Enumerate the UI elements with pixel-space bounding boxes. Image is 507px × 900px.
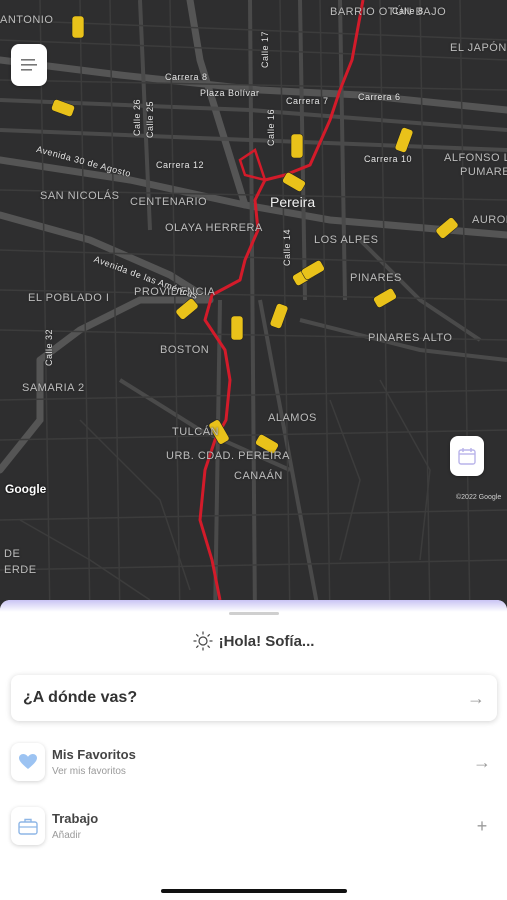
map-street-label: Calle 8 (392, 6, 424, 16)
map-zone-label: AURORA (472, 214, 507, 226)
map-zone-label: BARRIO OTÚN BAJO (330, 6, 447, 18)
greeting-text: ¡Hola! Sofía... (218, 632, 315, 650)
map-street-label: Calle 32 (44, 328, 54, 366)
map-zone-label: TULCÁN (172, 426, 220, 438)
map-street-label: Calle 14 (282, 228, 292, 266)
map-street-label: Calle 16 (266, 108, 276, 146)
list-item-title: Trabajo (52, 811, 99, 826)
map-copyright: ©2022 Google (456, 494, 502, 501)
heart-icon-tile (11, 743, 45, 781)
briefcase-icon-tile (11, 807, 45, 845)
map-zone-label: BOSTON (160, 344, 210, 356)
map-zone-label: DE (4, 548, 21, 560)
map-street-label: Carrera 6 (358, 92, 401, 102)
sheet-accent-bar (0, 600, 507, 612)
map-zone-label: EL POBLADO I (28, 292, 110, 304)
map-zone-label: OLAYA HERRERA (165, 222, 263, 234)
map-street-label: Carrera 10 (364, 154, 413, 164)
greeting: ¡Hola! Sofía... (0, 631, 507, 651)
sheet-grab-handle[interactable] (229, 612, 279, 615)
map-zone-label: URB. CDAD. PEREIRA (166, 450, 290, 462)
map-zone-label: ALAMOS (268, 412, 317, 424)
map-street-label: Carrera 7 (286, 96, 329, 106)
map-zone-label: CANAÁN (234, 470, 283, 482)
map-zone-label: ALFONSO LÓPEZ (444, 152, 507, 164)
list-item-work[interactable]: Trabajo Añadir + (11, 800, 497, 852)
map-view[interactable]: BARRIO OTÚN BAJO EL JAPÓN SAN NICOLÁS CE… (0, 0, 507, 620)
map-street-label: Calle 25 (145, 100, 155, 138)
map-city-label: Pereira (270, 194, 316, 210)
destination-search-label: ¿A dónde vas? (23, 689, 138, 706)
list-item-favorites[interactable]: Mis Favoritos Ver mis favoritos → (11, 736, 497, 788)
map-zone-label: PINARES ALTO (368, 332, 453, 344)
plus-icon[interactable]: + (467, 816, 497, 837)
arrow-right-icon: → (473, 751, 491, 772)
map-street-label: Calle 26 (132, 98, 142, 136)
list-item-subtitle: Añadir (52, 830, 81, 841)
map-street-label: Plaza Bolívar (200, 88, 260, 98)
map-zone-label: EL JAPÓN (450, 42, 507, 54)
destination-search-button[interactable]: ¿A dónde vas? → (11, 675, 497, 721)
map-options-button[interactable] (450, 436, 484, 476)
map-zone-label: SAN NICOLÁS (40, 190, 120, 202)
map-zone-label: ERDE (4, 564, 37, 576)
map-zone-label: PUMAREJO (460, 166, 507, 178)
map-street-label: Carrera 8 (165, 72, 208, 82)
list-item-title: Mis Favoritos (52, 747, 136, 762)
heart-icon (19, 754, 37, 769)
menu-icon (21, 59, 37, 71)
arrow-right-icon: → (467, 687, 485, 708)
sun-icon (193, 631, 213, 651)
list-item-subtitle: Ver mis favoritos (52, 766, 126, 777)
google-logo: Google (5, 482, 47, 496)
map-zone-label: LOS ALPES (314, 234, 379, 246)
home-indicator[interactable] (161, 889, 347, 893)
calendar-icon (458, 448, 476, 465)
menu-button[interactable] (11, 44, 47, 86)
briefcase-icon (18, 818, 38, 835)
map-zone-label: PINARES (350, 272, 402, 284)
map-zone-label: CENTENARIO (130, 196, 208, 208)
map-street-label: Calle 17 (260, 30, 270, 68)
map-zone-label: ANTONIO (0, 14, 54, 26)
map-zone-label: SAMARIA 2 (22, 382, 85, 394)
map-street-label: Carrera 12 (156, 160, 205, 170)
